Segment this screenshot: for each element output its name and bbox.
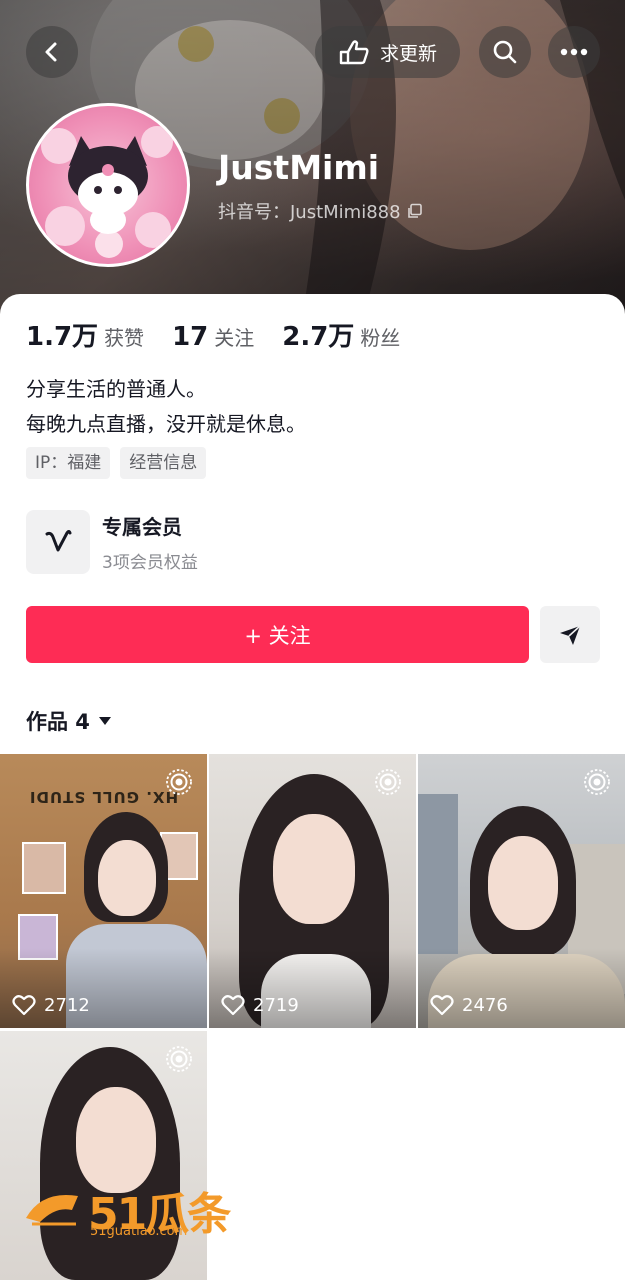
username: JustMimi [218, 148, 380, 187]
clothes-rack [418, 794, 458, 954]
chevron-left-icon [45, 42, 57, 62]
stat-following-number: 17 [172, 322, 209, 352]
membership-icon-box [26, 510, 90, 574]
stat-following[interactable]: 17 关注 [172, 322, 254, 352]
more-dots-icon [560, 48, 588, 56]
hand-point-icon [339, 40, 369, 65]
request-update-button[interactable]: 求更新 [315, 26, 460, 78]
search-icon [493, 40, 517, 64]
tag-ip-location: IP：福建 [26, 447, 111, 479]
live-photo-icon [166, 1046, 192, 1072]
tab-works-label: 作品 4 [26, 710, 90, 734]
video-tile[interactable]: 2719 [209, 754, 416, 1028]
copy-icon[interactable] [407, 203, 423, 219]
like-count-text: 2712 [44, 994, 90, 1016]
douyin-id[interactable]: 抖音号：JustMimi888 [218, 198, 423, 224]
back-button[interactable] [26, 26, 78, 78]
stat-likes-number: 1.7万 [26, 322, 99, 352]
watermark-emblem-icon [26, 1194, 78, 1226]
live-photo-icon [375, 769, 401, 795]
heart-icon [430, 995, 454, 1016]
membership-entry[interactable]: 专属会员 3项会员权益 [26, 510, 198, 574]
tile-shade [209, 948, 416, 1028]
douyin-id-text: 抖音号：JustMimi888 [218, 202, 401, 223]
face-shape [273, 814, 355, 924]
tile-shade [0, 948, 207, 1028]
tag-business-info[interactable]: 经营信息 [120, 447, 207, 479]
search-button[interactable] [479, 26, 531, 78]
like-count: 2719 [221, 994, 299, 1016]
more-button[interactable] [548, 26, 600, 78]
stat-followers-number: 2.7万 [282, 322, 355, 352]
stats-row: 1.7万 获赞 17 关注 2.7万 粉丝 [26, 316, 428, 353]
tags-row: IP：福建 经营信息 [26, 447, 207, 479]
tile-shade [418, 948, 625, 1028]
caret-down-icon [98, 717, 111, 725]
face-shape [488, 836, 558, 930]
heart-icon [221, 995, 245, 1016]
bio-line-2: 每晚九点直播，没开就是休息。 [26, 412, 306, 436]
video-tile[interactable] [0, 1031, 207, 1280]
bio-line-1: 分享生活的普通人。 [26, 377, 206, 401]
like-count-text: 2719 [253, 994, 299, 1016]
kuromi-avatar-image [41, 126, 173, 258]
like-count: 2712 [12, 994, 90, 1016]
membership-subtitle: 3项会员权益 [102, 553, 198, 573]
like-count: 2476 [430, 994, 508, 1016]
face-shape [98, 840, 156, 916]
like-count-text: 2476 [462, 994, 508, 1016]
membership-title: 专属会员 [102, 515, 182, 539]
live-photo-icon [584, 769, 610, 795]
stat-followers[interactable]: 2.7万 粉丝 [282, 316, 400, 353]
poster-thumb [22, 842, 66, 894]
follow-button-label: + 关注 [244, 623, 311, 648]
video-tile[interactable]: HX. GULL STUDI 2712 [0, 754, 207, 1028]
send-icon [560, 624, 581, 645]
avatar[interactable] [26, 103, 190, 267]
bio: 分享生活的普通人。 每晚九点直播，没开就是休息。 [26, 372, 306, 442]
heart-icon [12, 995, 36, 1016]
stat-following-label: 关注 [214, 326, 255, 350]
tab-works[interactable]: 作品 4 [26, 706, 112, 736]
live-photo-icon [166, 769, 192, 795]
follow-button[interactable]: + 关注 [26, 606, 529, 663]
send-message-button[interactable] [540, 606, 600, 663]
watermark-logo: 51瓜条 51guatiao.com [22, 1178, 231, 1242]
v-membership-icon [45, 530, 72, 552]
watermark-domain: 51guatiao.com [90, 1224, 188, 1239]
video-tile[interactable]: 2476 [418, 754, 625, 1028]
stat-followers-label: 粉丝 [360, 326, 401, 350]
request-update-label: 求更新 [379, 42, 437, 65]
stat-likes[interactable]: 1.7万 获赞 [26, 316, 144, 353]
stat-likes-label: 获赞 [104, 326, 145, 350]
